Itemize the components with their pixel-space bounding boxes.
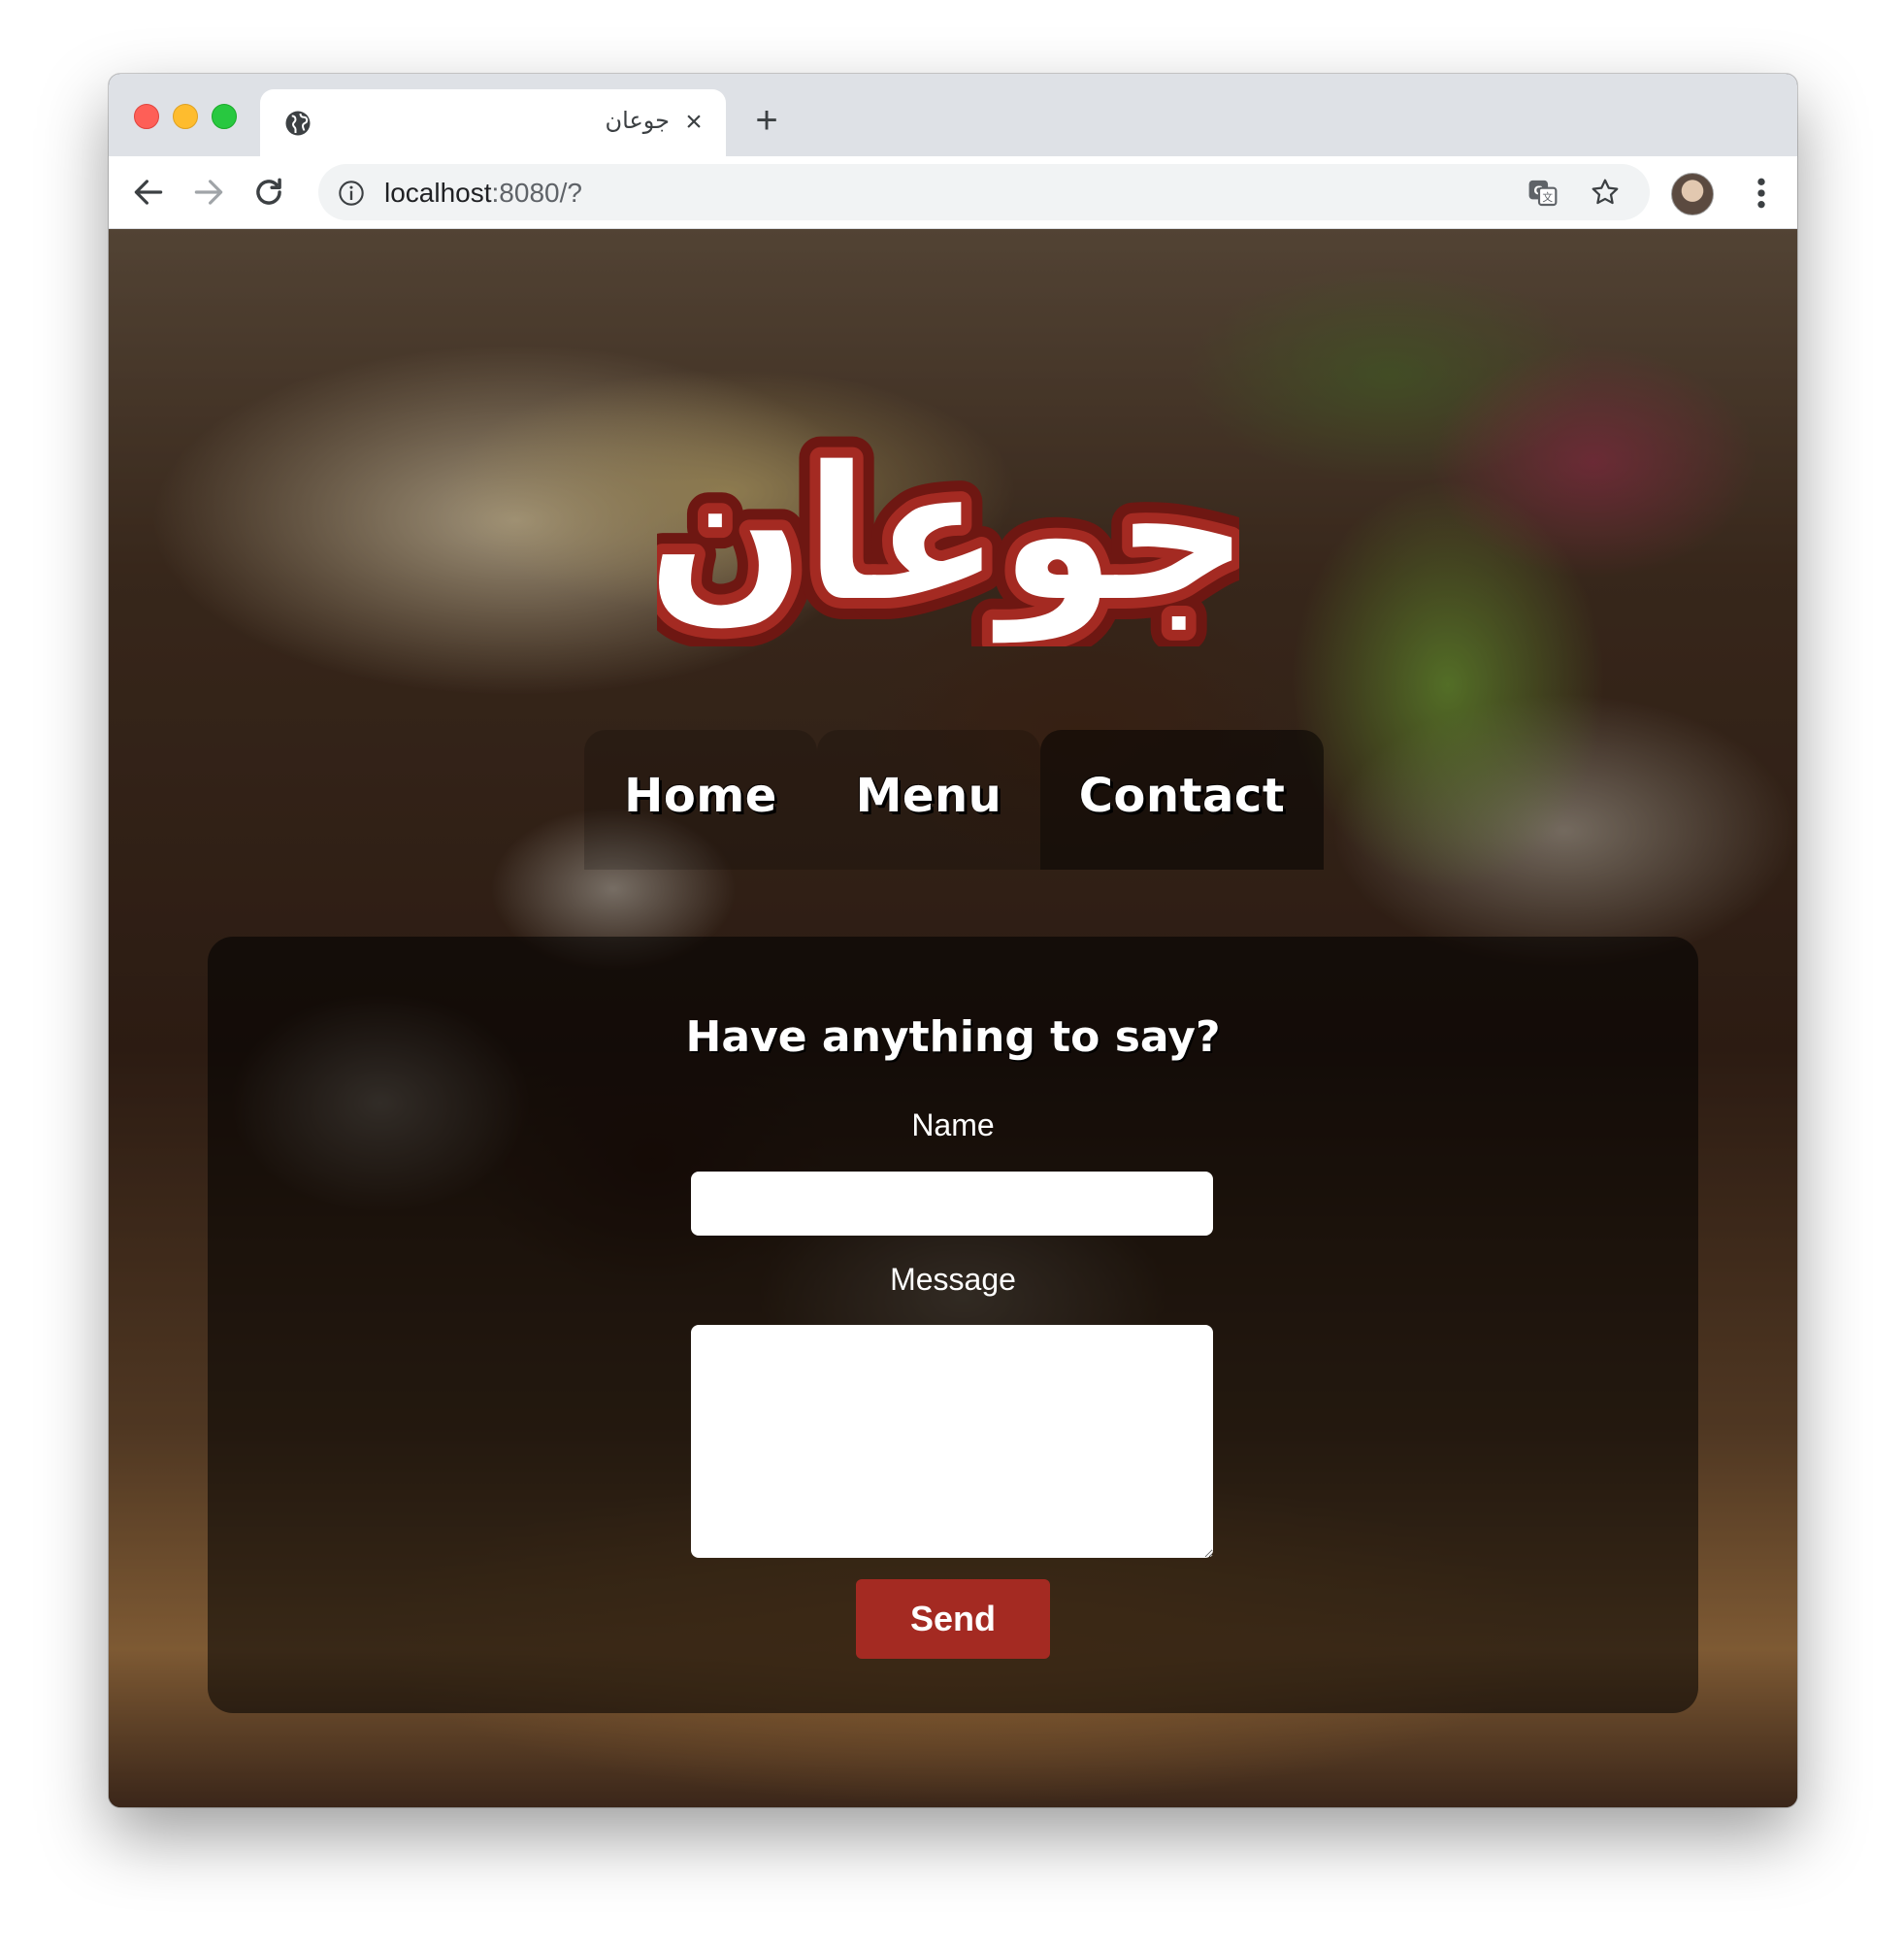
send-button[interactable]: Send	[856, 1579, 1050, 1659]
svg-text:جوعان: جوعان	[657, 427, 1239, 644]
profile-avatar[interactable]	[1671, 173, 1714, 215]
close-tab-icon[interactable]: ×	[679, 108, 708, 137]
maximize-window-button[interactable]	[212, 104, 237, 129]
message-textarea[interactable]	[691, 1325, 1213, 1558]
info-icon[interactable]	[338, 180, 365, 207]
browser-toolbar: localhost:8080/? G 文	[109, 156, 1797, 229]
nav-tab-menu[interactable]: Menu	[817, 730, 1040, 870]
name-input[interactable]	[691, 1172, 1213, 1236]
page-viewport: جوعان جوعان Home Menu Contact Have anyth…	[109, 229, 1797, 1807]
more-menu-icon[interactable]	[1747, 174, 1776, 213]
minimize-window-button[interactable]	[173, 104, 198, 129]
nav-tab-home[interactable]: Home	[584, 730, 817, 870]
tab-strip: جوعان × +	[109, 74, 1797, 156]
tab-title: جوعان	[605, 107, 671, 134]
message-label: Message	[890, 1262, 1016, 1297]
contact-panel: Have anything to say? Name Message Send	[208, 937, 1698, 1713]
browser-tab[interactable]: جوعان ×	[260, 89, 726, 156]
nav-contact-label: Contact	[1078, 769, 1286, 823]
close-window-button[interactable]	[134, 104, 159, 129]
nav-tab-contact[interactable]: Contact	[1040, 730, 1324, 870]
contact-heading: Have anything to say?	[685, 1012, 1221, 1062]
translate-icon[interactable]: G 文	[1527, 178, 1559, 209]
site-logo[interactable]: جوعان جوعان	[657, 413, 1239, 646]
nav-menu-label: Menu	[855, 769, 1002, 823]
address-bar[interactable]: localhost:8080/? G 文	[318, 164, 1650, 220]
nav-home-label: Home	[624, 769, 777, 823]
new-tab-icon[interactable]: +	[749, 101, 784, 140]
svg-text:文: 文	[1542, 191, 1553, 204]
forward-arrow-icon[interactable]	[190, 174, 227, 211]
browser-window: جوعان × + localhost:8080/? G	[109, 74, 1797, 1807]
name-label: Name	[911, 1107, 995, 1142]
bookmark-star-icon[interactable]	[1590, 177, 1621, 208]
url-text: localhost:8080/?	[384, 178, 582, 208]
back-arrow-icon[interactable]	[130, 174, 167, 211]
reload-icon[interactable]	[250, 174, 287, 211]
globe-icon	[285, 111, 311, 136]
